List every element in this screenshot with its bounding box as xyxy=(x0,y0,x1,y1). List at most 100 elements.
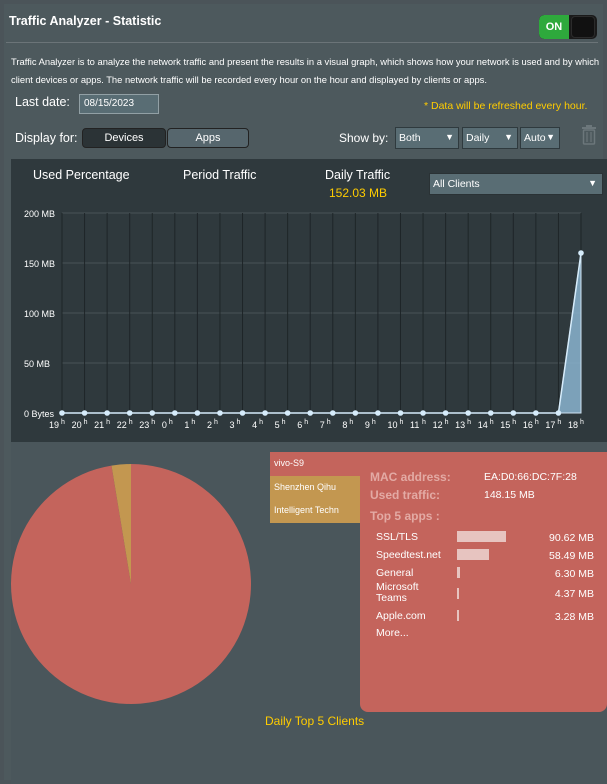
app-value: 58.49 MB xyxy=(549,550,594,562)
legend-item[interactable]: Shenzhen Qihu xyxy=(270,475,360,499)
data-point xyxy=(194,410,201,416)
top-clients-pie xyxy=(11,464,251,704)
chevron-down-icon: ▼ xyxy=(546,132,555,142)
x-tick-label: 2 xyxy=(207,420,212,430)
x-tick-label: 20 xyxy=(72,420,82,430)
data-point xyxy=(397,410,404,416)
x-tick-unit: h xyxy=(399,419,403,426)
x-tick-label: 7 xyxy=(320,420,325,430)
x-tick-label: 18 xyxy=(568,420,578,430)
data-point xyxy=(81,410,88,416)
x-tick-unit: h xyxy=(304,419,308,426)
data-point xyxy=(307,410,314,416)
x-tick-unit: h xyxy=(151,419,155,426)
data-point xyxy=(172,410,178,416)
x-tick-unit: h xyxy=(445,419,449,426)
data-point xyxy=(465,410,471,416)
client-filter-select[interactable]: All Clients ▼ xyxy=(429,173,603,195)
data-point xyxy=(510,410,517,416)
x-tick-unit: h xyxy=(422,419,426,426)
traffic-area xyxy=(62,252,582,414)
data-point xyxy=(533,410,539,416)
display-apps-button[interactable]: Apps xyxy=(167,128,249,148)
mac-label: MAC address: xyxy=(370,470,451,484)
app-usage-bar xyxy=(457,610,459,621)
x-tick-unit: h xyxy=(106,419,110,426)
x-tick-unit: h xyxy=(191,419,195,426)
app-value: 3.28 MB xyxy=(554,611,594,623)
x-tick-label: 0 xyxy=(162,420,167,430)
y-tick-label: 150 MB xyxy=(24,259,55,269)
app-value: 4.37 MB xyxy=(554,588,594,600)
header-divider xyxy=(6,42,598,43)
data-point xyxy=(487,410,494,416)
chevron-down-icon: ▼ xyxy=(445,132,454,142)
traffic-area-chart: 0 Bytes50 MB100 MB150 MB200 MB19 h 20 h 21 h 2… xyxy=(24,209,584,430)
x-tick-unit: h xyxy=(467,419,471,426)
client-legend: vivo-S9 Shenzhen Qihu Intelligent Techn xyxy=(270,452,360,523)
client-detail-box: MAC address: EA:D0:66:DC:7F:28 Used traf… xyxy=(360,452,607,712)
x-tick-label: 4 xyxy=(252,420,257,430)
app-usage-bar xyxy=(457,588,460,599)
data-point xyxy=(329,410,336,416)
x-tick-unit: h xyxy=(580,419,584,426)
x-tick-label: 22 xyxy=(117,420,127,430)
x-tick-label: 12 xyxy=(433,420,443,430)
x-tick-unit: h xyxy=(84,419,88,426)
chevron-down-icon: ▼ xyxy=(588,178,597,188)
app-row: SSL/TLS 90.62 MB xyxy=(376,530,606,550)
traffic-analyzer-toggle[interactable]: ON xyxy=(539,15,597,39)
app-usage-bar xyxy=(457,549,489,560)
app-name: Speedtest.net xyxy=(376,549,441,561)
x-tick-unit: h xyxy=(259,419,263,426)
app-usage-bar xyxy=(457,531,506,542)
x-tick-unit: h xyxy=(490,419,494,426)
data-point xyxy=(149,410,156,416)
direction-select[interactable]: Both ▼ xyxy=(395,127,459,149)
data-point xyxy=(442,410,449,416)
show-by-label: Show by: xyxy=(339,131,389,145)
legend-item[interactable]: Intelligent Techn xyxy=(270,499,360,523)
x-tick-label: 8 xyxy=(342,420,347,430)
period-select-value: Daily xyxy=(466,132,490,144)
y-tick-label: 100 MB xyxy=(24,309,55,319)
data-point xyxy=(239,410,246,416)
x-tick-label: 10 xyxy=(387,420,397,430)
period-select[interactable]: Daily ▼ xyxy=(462,127,518,149)
y-tick-label: 50 MB xyxy=(24,359,50,369)
x-tick-label: 15 xyxy=(500,420,510,430)
data-point xyxy=(420,410,426,416)
x-tick-label: 14 xyxy=(478,420,488,430)
tab-period-traffic[interactable]: Period Traffic xyxy=(183,168,256,182)
x-tick-unit: h xyxy=(327,419,331,426)
tab-used-percentage[interactable]: Used Percentage xyxy=(33,168,130,182)
scale-select[interactable]: Auto ▼ xyxy=(520,127,560,149)
display-devices-button[interactable]: Devices xyxy=(82,128,166,148)
data-point xyxy=(555,410,562,416)
x-tick-unit: h xyxy=(129,419,133,426)
data-point xyxy=(375,410,381,416)
toggle-on-label: ON xyxy=(539,15,569,39)
x-tick-label: 17 xyxy=(545,420,555,430)
x-tick-label: 21 xyxy=(94,420,104,430)
last-date-label: Last date: xyxy=(15,95,70,109)
toggle-knob[interactable] xyxy=(571,16,595,38)
client-filter-value: All Clients xyxy=(433,178,480,190)
x-tick-unit: h xyxy=(169,419,173,426)
more-apps-link[interactable]: More... xyxy=(376,628,409,639)
x-tick-label: 6 xyxy=(297,420,302,430)
x-tick-label: 19 xyxy=(49,420,59,430)
refresh-note: * Data will be refreshed every hour. xyxy=(424,100,588,112)
x-tick-unit: h xyxy=(282,419,286,426)
app-row: Apple.com 3.28 MB xyxy=(376,609,606,629)
trash-icon[interactable] xyxy=(580,124,598,146)
x-tick-label: 23 xyxy=(139,420,149,430)
legend-item[interactable]: vivo-S9 xyxy=(270,452,360,476)
x-tick-label: 3 xyxy=(230,420,235,430)
tab-daily-traffic[interactable]: Daily Traffic xyxy=(325,168,390,182)
last-date-field[interactable]: 08/15/2023 xyxy=(79,94,159,114)
pie-caption: Daily Top 5 Clients xyxy=(265,714,365,728)
data-point xyxy=(104,410,110,416)
x-tick-label: 13 xyxy=(455,420,465,430)
mac-value: EA:D0:66:DC:7F:28 xyxy=(484,471,577,483)
